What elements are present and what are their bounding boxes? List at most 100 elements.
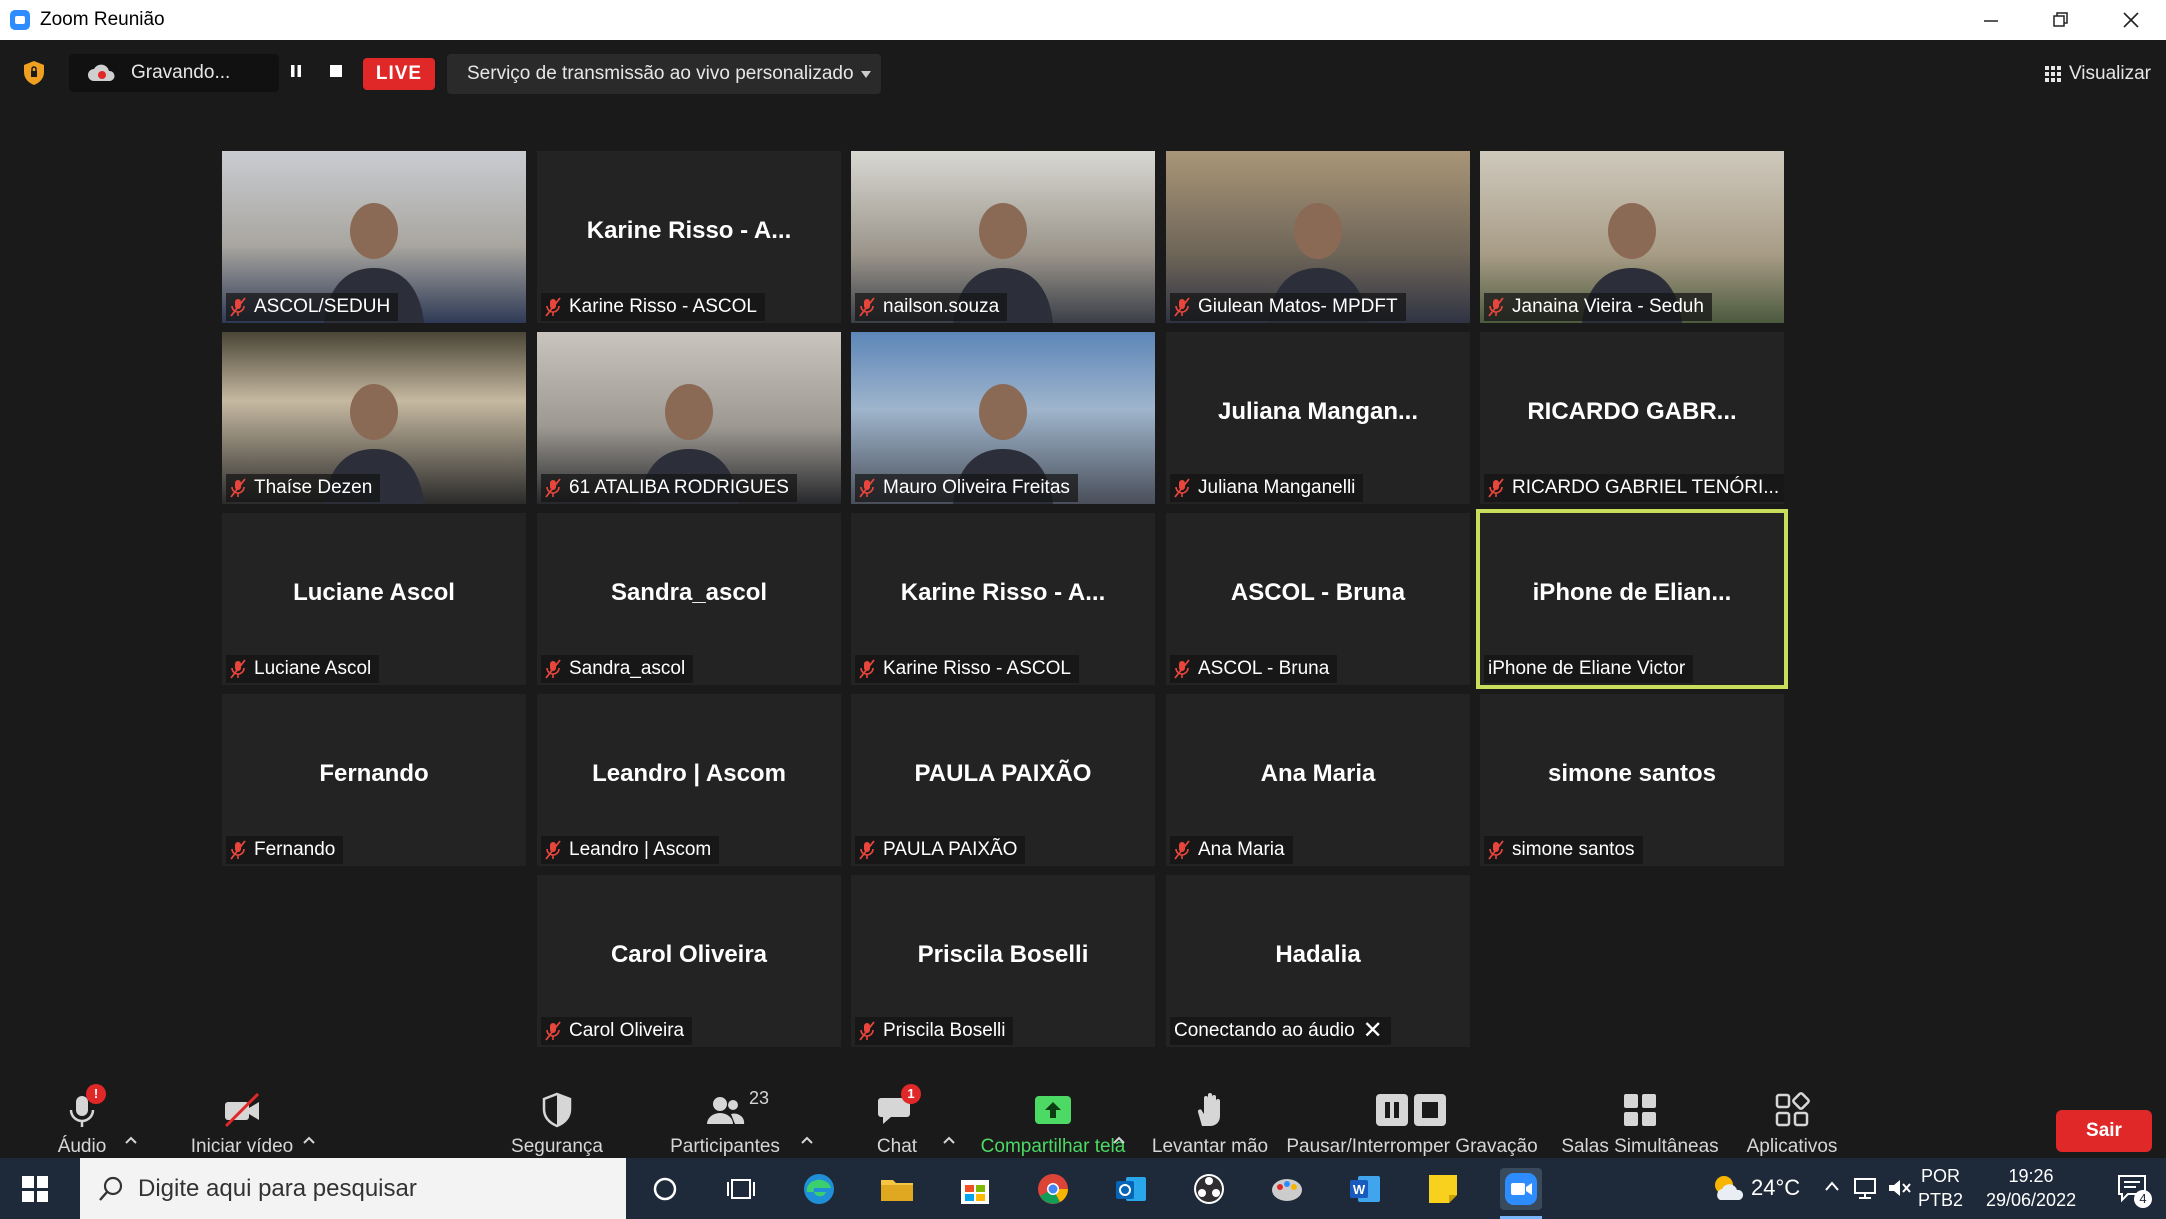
participants-options-chevron-up-icon[interactable]	[801, 1136, 813, 1144]
participant-tile[interactable]: PAULA PAIXÃO PAULA PAIXÃO	[851, 694, 1155, 866]
audio-options-chevron-up-icon[interactable]	[125, 1136, 137, 1144]
stop-recording-icon[interactable]	[329, 64, 343, 78]
weather-partly-cloudy-icon[interactable]	[1710, 1172, 1746, 1204]
muted-microphone-icon	[545, 840, 561, 860]
taskbar-search-box[interactable]: Digite aqui para pesquisar	[80, 1158, 626, 1219]
participant-name-tag: Leandro | Ascom	[541, 836, 720, 864]
sticky-notes-icon[interactable]	[1422, 1168, 1464, 1210]
audio-button[interactable]: ! Áudio	[37, 1078, 127, 1158]
close-icon[interactable]: ✕	[1363, 1019, 1383, 1043]
participant-name-tag: Luciane Ascol	[226, 655, 380, 683]
participant-display-name: Juliana Mangan...	[1217, 398, 1419, 425]
participant-tile[interactable]: Karine Risso - A... Karine Risso - ASCOL	[537, 151, 841, 323]
breakout-rooms-button[interactable]: Salas Simultâneas	[1560, 1078, 1720, 1158]
participant-tile[interactable]: simone santos simone santos	[1480, 694, 1784, 866]
participant-name-tag: Karine Risso - ASCOL	[541, 293, 765, 321]
video-options-chevron-up-icon[interactable]	[303, 1136, 315, 1144]
participant-name: Luciane Ascol	[254, 658, 372, 679]
participant-tile[interactable]: Luciane Ascol Luciane Ascol	[222, 513, 526, 685]
participant-name: Janaina Vieira - Seduh	[1512, 296, 1704, 317]
chat-button[interactable]: 1 Chat	[857, 1078, 937, 1158]
pause-stop-recording-button[interactable]: Pausar/Interromper Gravação	[1286, 1078, 1538, 1158]
file-explorer-icon[interactable]	[876, 1168, 918, 1210]
participant-tile[interactable]: Sandra_ascol Sandra_ascol	[537, 513, 841, 685]
participant-tile[interactable]: nailson.souza	[851, 151, 1155, 323]
participant-tile[interactable]: Karine Risso - A... Karine Risso - ASCOL	[851, 513, 1155, 685]
zoom-taskbar-icon[interactable]	[1500, 1168, 1542, 1210]
edge-browser-icon[interactable]	[798, 1168, 840, 1210]
breakout-rooms-label: Salas Simultâneas	[1561, 1136, 1719, 1157]
muted-microphone-icon	[859, 840, 875, 860]
participants-button[interactable]: 23 Participantes	[660, 1078, 790, 1158]
participant-name: simone santos	[1512, 839, 1635, 860]
chat-options-chevron-up-icon[interactable]	[943, 1136, 955, 1144]
leave-meeting-button[interactable]: Sair	[2056, 1110, 2152, 1152]
notification-center-button[interactable]: 4	[2114, 1170, 2152, 1208]
chrome-icon[interactable]	[1032, 1168, 1074, 1210]
participant-tile[interactable]: Giulean Matos- MPDFT	[1166, 151, 1470, 323]
participant-name: Giulean Matos- MPDFT	[1198, 296, 1398, 317]
input-language[interactable]: POR PTB2	[1918, 1164, 1963, 1212]
participant-name: Sandra_ascol	[569, 658, 686, 679]
pause-recording-icon[interactable]	[289, 64, 303, 78]
participant-tile[interactable]: RICARDO GABR... RICARDO GABRIEL TENÓRI...	[1480, 332, 1784, 504]
language-code: POR	[1921, 1166, 1961, 1186]
participant-tile[interactable]: iPhone de Elian... iPhone de Eliane Victo…	[1476, 509, 1788, 689]
participant-name: Juliana Manganelli	[1198, 477, 1356, 498]
participant-tile[interactable]: Juliana Mangan... Juliana Manganelli	[1166, 332, 1470, 504]
windows-taskbar: Digite aqui para pesquisar W 24°C POR PT…	[0, 1158, 2166, 1219]
cortana-icon[interactable]	[644, 1168, 686, 1210]
raise-hand-label: Levantar mão	[1151, 1136, 1269, 1157]
security-button[interactable]: Segurança	[497, 1078, 617, 1158]
muted-microphone-icon	[230, 659, 246, 679]
outlook-icon[interactable]	[1110, 1168, 1152, 1210]
close-window-button[interactable]	[2096, 0, 2166, 40]
minimize-button[interactable]	[1956, 0, 2026, 40]
view-button[interactable]: Visualizar	[2044, 54, 2151, 94]
participant-tile[interactable]: ASCOL/SEDUH	[222, 151, 526, 323]
livestream-service-dropdown[interactable]: Serviço de transmissão ao vivo personali…	[447, 54, 881, 94]
task-view-icon[interactable]	[720, 1168, 762, 1210]
participant-tile[interactable]: Thaíse Dezen	[222, 332, 526, 504]
keyboard-layout: PTB2	[1918, 1190, 1964, 1210]
participant-tile[interactable]: Fernando Fernando	[222, 694, 526, 866]
security-label: Segurança	[511, 1136, 603, 1157]
participant-tile[interactable]: Hadalia Conectando ao áudio ✕	[1166, 875, 1470, 1047]
chat-unread-badge: 1	[901, 1084, 921, 1104]
chevron-down-icon	[861, 71, 871, 78]
cloud-recording-icon	[88, 64, 115, 81]
participant-tile[interactable]: Mauro Oliveira Freitas	[851, 332, 1155, 504]
recording-status: Gravando...	[69, 54, 279, 92]
word-icon[interactable]: W	[1344, 1168, 1386, 1210]
participant-tile[interactable]: Priscila Boselli Priscila Boselli	[851, 875, 1155, 1047]
participant-tile[interactable]: Carol Oliveira Carol Oliveira	[537, 875, 841, 1047]
volume-muted-icon[interactable]	[1886, 1176, 1912, 1200]
participant-tile[interactable]: ASCOL - Bruna ASCOL - Bruna	[1166, 513, 1470, 685]
network-icon[interactable]	[1852, 1176, 1878, 1200]
microsoft-store-icon[interactable]	[954, 1168, 996, 1210]
participant-tile[interactable]: Janaina Vieira - Seduh	[1480, 151, 1784, 323]
encryption-shield-icon[interactable]	[23, 60, 45, 86]
obs-icon[interactable]	[1188, 1168, 1230, 1210]
share-screen-button[interactable]: Compartilhar tela	[973, 1078, 1133, 1158]
participant-tile[interactable]: 61 ATALIBA RODRIGUES	[537, 332, 841, 504]
gallery-grid-icon	[2044, 66, 2061, 82]
participant-display-name: Sandra_ascol	[610, 579, 768, 606]
raise-hand-button[interactable]: Levantar mão	[1145, 1078, 1275, 1158]
system-clock[interactable]: 19:26 29/06/2022	[1986, 1164, 2076, 1212]
start-video-button[interactable]: Iniciar vídeo	[177, 1078, 307, 1158]
apps-button[interactable]: Aplicativos	[1737, 1078, 1847, 1158]
participant-tile[interactable]: Ana Maria Ana Maria	[1166, 694, 1470, 866]
share-options-chevron-up-icon[interactable]	[1113, 1136, 1125, 1144]
paint-icon[interactable]	[1266, 1168, 1308, 1210]
show-hidden-icons-chevron-up-icon[interactable]	[1824, 1180, 1840, 1192]
participant-display-name: RICARDO GABR...	[1527, 398, 1737, 425]
participant-tile[interactable]: Leandro | Ascom Leandro | Ascom	[537, 694, 841, 866]
muted-microphone-icon	[545, 297, 561, 317]
chat-label: Chat	[876, 1136, 918, 1157]
participant-display-name: Leandro | Ascom	[592, 760, 786, 787]
participant-name: nailson.souza	[883, 296, 1000, 317]
windows-start-icon[interactable]	[22, 1176, 48, 1202]
participant-name-tag: Mauro Oliveira Freitas	[855, 474, 1078, 502]
restore-button[interactable]	[2026, 0, 2096, 40]
